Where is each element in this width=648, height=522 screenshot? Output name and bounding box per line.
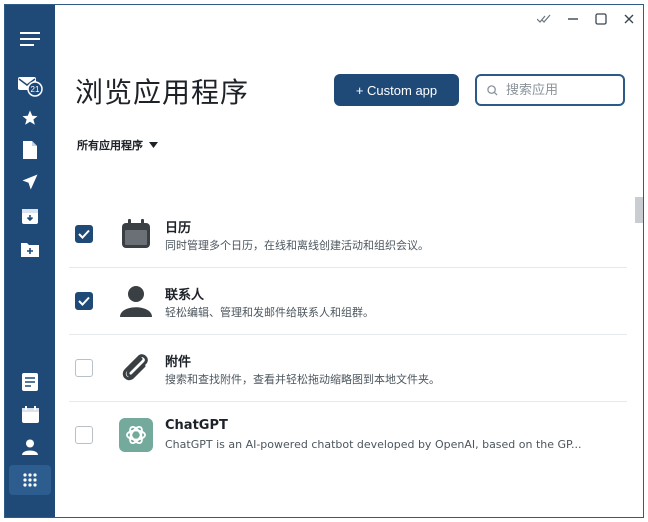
- contacts-icon[interactable]: [5, 432, 55, 462]
- mark-read-icon[interactable]: [531, 5, 559, 33]
- list-item[interactable]: ChatGPT ChatGPT is an AI-powered chatbot…: [69, 402, 627, 469]
- app-checkbox[interactable]: [75, 292, 93, 310]
- maximize-button[interactable]: [587, 5, 615, 33]
- search-box[interactable]: [475, 74, 625, 106]
- app-description: 搜索和查找附件，查看并轻松拖动缩略图到本地文件夹。: [165, 373, 440, 386]
- app-name: 日历: [165, 221, 192, 236]
- sidebar: 21: [5, 5, 55, 517]
- scroll-thumb[interactable]: [635, 197, 643, 223]
- calendar-icon: [117, 215, 155, 253]
- archive-icon[interactable]: [5, 201, 55, 231]
- app-description: 轻松编辑、管理和发邮件给联系人和组群。: [165, 306, 374, 319]
- list-item[interactable]: 日历 同时管理多个日历，在线和离线创建活动和组织会议。: [69, 201, 627, 268]
- notes-icon[interactable]: [5, 367, 55, 397]
- scrollbar[interactable]: [635, 197, 643, 457]
- file-icon[interactable]: [5, 135, 55, 165]
- folder-plus-icon[interactable]: [5, 234, 55, 264]
- app-name: 附件: [165, 355, 192, 370]
- close-button[interactable]: [615, 5, 643, 33]
- chevron-down-icon: [149, 142, 158, 148]
- app-checkbox[interactable]: [75, 225, 93, 243]
- send-icon[interactable]: [5, 167, 55, 197]
- chatgpt-icon: [117, 416, 155, 454]
- filter-dropdown[interactable]: 所有应用程序: [77, 137, 158, 153]
- person-icon: [117, 282, 155, 320]
- app-name: ChatGPT: [165, 418, 228, 433]
- inbox-icon[interactable]: 21: [5, 71, 55, 101]
- app-description: 同时管理多个日历，在线和离线创建活动和组织会议。: [165, 239, 429, 252]
- title-bar: [531, 5, 643, 33]
- app-checkbox[interactable]: [75, 426, 93, 444]
- unread-badge: 21: [31, 85, 40, 94]
- app-name: 联系人: [165, 288, 205, 303]
- paperclip-icon: [117, 349, 155, 387]
- search-input[interactable]: [506, 82, 606, 98]
- search-icon: [487, 81, 498, 100]
- app-window: 21 浏览应用程序 + Custom app 搜索应用 所有应用程序 日历 同时…: [4, 4, 644, 518]
- filter-label: 所有应用程序: [77, 139, 143, 152]
- page-title: 浏览应用程序: [75, 76, 250, 109]
- app-checkbox[interactable]: [75, 359, 93, 377]
- list-item[interactable]: 联系人 轻松编辑、管理和发邮件给联系人和组群。: [69, 268, 627, 335]
- app-list: 日历 同时管理多个日历，在线和离线创建活动和组织会议。 联系人 轻松编辑、管理和…: [69, 201, 627, 469]
- minimize-button[interactable]: [559, 5, 587, 33]
- calendar-icon[interactable]: [5, 399, 55, 429]
- star-icon[interactable]: [5, 103, 55, 133]
- menu-icon[interactable]: [5, 24, 55, 54]
- apps-grid-icon[interactable]: [9, 465, 51, 495]
- app-description: ChatGPT is an AI-powered chatbot develop…: [165, 438, 582, 451]
- custom-app-button[interactable]: + Custom app: [334, 74, 459, 106]
- list-item[interactable]: 附件 搜索和查找附件，查看并轻松拖动缩略图到本地文件夹。: [69, 335, 627, 402]
